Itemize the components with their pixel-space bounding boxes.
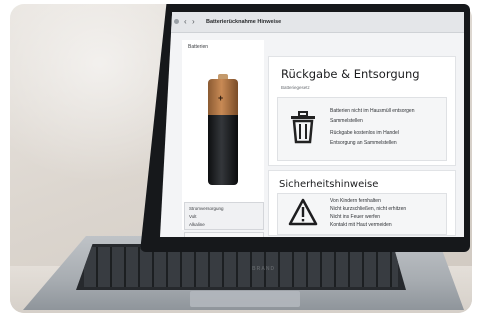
safety-card: Sicherheitshinweise Von Kindern fernhalt… xyxy=(268,170,456,236)
product-option-button[interactable] xyxy=(184,232,264,237)
browser-toolbar: ‹ › Batterierücknahme Hinweise xyxy=(160,12,464,33)
section-subtitle: Batteriegesetz xyxy=(281,85,310,90)
return-info-line: Entsorgung an Sammelstellen xyxy=(330,140,397,146)
safety-info-line: Von Kindern fernhalten xyxy=(330,198,381,204)
window-dot-icon[interactable] xyxy=(174,19,179,24)
battery-image: + xyxy=(208,74,238,186)
safety-info-line: Nicht kurzschließen, nicht erhitzen xyxy=(330,206,407,212)
spec-line: Stromversorgung xyxy=(189,206,224,211)
return-info-box: Batterien nicht im Hausmüll entsorgen Sa… xyxy=(277,97,447,161)
spec-line: Volt xyxy=(189,214,197,219)
return-info-line: Batterien nicht im Hausmüll entsorgen xyxy=(330,108,415,114)
section-title: Rückgabe & Entsorgung xyxy=(281,67,420,81)
spec-line: Alkaline xyxy=(189,222,205,227)
safety-info-box: Von Kindern fernhalten Nicht kurzschließ… xyxy=(277,193,447,235)
back-icon[interactable]: ‹ xyxy=(184,17,187,26)
plus-icon: + xyxy=(218,93,224,103)
address-bar[interactable]: Batterierücknahme Hinweise xyxy=(206,16,356,28)
return-info-line: Rückgabe kostenlos im Handel xyxy=(330,130,399,136)
safety-info-line: Nicht ins Feuer werfen xyxy=(330,214,381,220)
forward-icon[interactable]: › xyxy=(192,17,195,26)
trash-bin-icon xyxy=(291,111,315,144)
laptop-screen: ‹ › Batterierücknahme Hinweise Batterien… xyxy=(160,12,464,237)
keyboard-keys xyxy=(84,247,398,287)
section-title: Sicherheitshinweise xyxy=(279,179,379,190)
product-panel: Batterien + Stromversorgung Volt Alkalin… xyxy=(182,40,264,237)
breadcrumb[interactable]: Batterien xyxy=(188,44,208,50)
warning-triangle-icon xyxy=(288,198,318,226)
laptop-brand-logo: BRAND xyxy=(252,266,276,272)
spec-box: Stromversorgung Volt Alkaline xyxy=(184,202,264,230)
battery-body xyxy=(208,115,238,185)
safety-info-line: Kontakt mit Haut vermeiden xyxy=(330,222,392,228)
return-info-line: Sammelstellen xyxy=(330,118,363,124)
battery-copper-top: + xyxy=(208,79,238,115)
laptop-trackpad xyxy=(190,291,300,307)
return-disposal-card: Rückgabe & Entsorgung Batteriegesetz Bat… xyxy=(268,56,456,166)
